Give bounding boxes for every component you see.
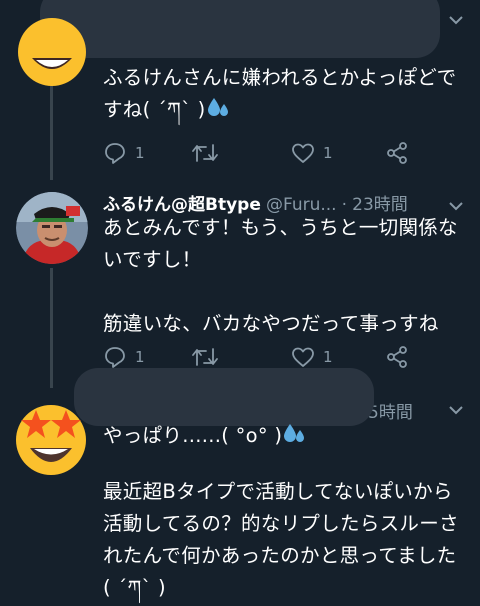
thread-line-middle — [50, 268, 53, 388]
tweet-1-line1: ふるけんさんに嫌われるとかよっぽどで — [103, 66, 457, 89]
emoji-avatar-partial[interactable] — [18, 0, 86, 90]
reply-count: 1 — [135, 144, 145, 162]
sweat-droplets-icon — [207, 98, 228, 116]
share-button[interactable] — [385, 140, 409, 166]
reply-icon — [105, 347, 125, 368]
tweet-1-line2: すね( ´ཀ` ) — [103, 98, 206, 121]
chevron-down-icon[interactable] — [446, 10, 466, 30]
tweet-3-text: やっぱり......( °o° ) — [103, 420, 466, 452]
reply-button[interactable]: 1 — [103, 344, 145, 370]
redacted-header-bar — [40, 0, 440, 58]
chevron-down-icon[interactable] — [446, 400, 466, 420]
sweat-droplets-icon — [284, 424, 305, 442]
star-struck-emoji-avatar[interactable] — [10, 396, 92, 478]
tweet-1-text: ふるけんさんに嫌われるとかよっぽどで すね( ´ཀ` ) — [103, 62, 466, 126]
share-icon — [387, 346, 407, 368]
retweet-button[interactable] — [191, 344, 219, 370]
redacted-header-bar — [74, 368, 374, 426]
like-button[interactable]: 1 — [291, 344, 333, 370]
user-avatar[interactable] — [16, 192, 88, 264]
tweet-3-body: 最近超Bタイプで活動してないぽいから 活動してるの？的なリプしたらスルーさ れた… — [103, 480, 459, 599]
tweet-2-actions: 1 1 — [103, 344, 433, 370]
like-count: 1 — [323, 348, 333, 366]
like-button[interactable]: 1 — [291, 140, 333, 166]
tweet-1-actions: 1 1 — [103, 140, 433, 166]
share-button[interactable] — [385, 344, 409, 370]
reply-icon — [105, 143, 125, 164]
retweet-icon — [192, 348, 218, 366]
tweet-2-text: あとみんです！もう、うちと一切関係な いですし！ 筋違いな、バカなやつだって事っ… — [103, 216, 458, 335]
heart-icon — [292, 143, 314, 163]
heart-icon — [292, 347, 314, 367]
thread-screen: ふるけんさんに嫌われるとかよっぽどで すね( ´ཀ` ) 1 1 ふるけん@超B… — [0, 0, 480, 606]
retweet-button[interactable] — [191, 140, 219, 166]
tweet-3-line1: やっぱり......( °o° ) — [103, 424, 283, 447]
retweet-icon — [192, 144, 218, 162]
reply-count: 1 — [135, 348, 145, 366]
share-icon — [387, 142, 407, 164]
like-count: 1 — [323, 144, 333, 162]
reply-button[interactable]: 1 — [103, 140, 145, 166]
